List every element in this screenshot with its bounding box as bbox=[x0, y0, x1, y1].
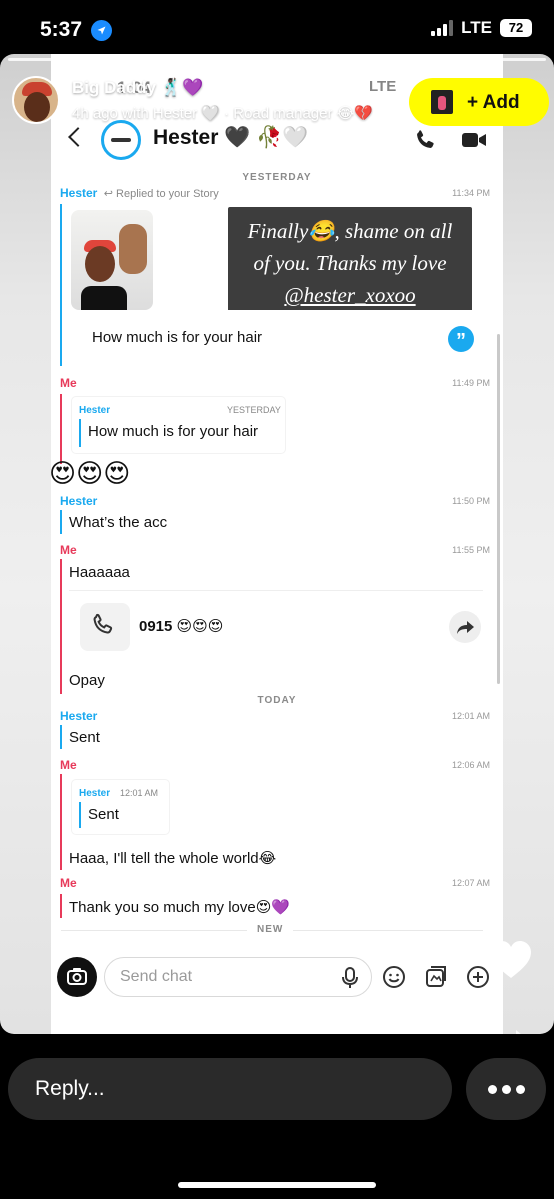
scrollbar bbox=[497, 334, 500, 684]
message-time: 12:07 AM bbox=[451, 878, 490, 888]
date-divider: YESTERDAY bbox=[242, 172, 312, 183]
chat-screenshot: 1:04 LTE Hester 🖤 🥀🤍 YESTERDAY Hester ↩ … bbox=[51, 54, 503, 1034]
new-divider-label: NEW bbox=[247, 924, 294, 935]
phone-icon bbox=[417, 130, 434, 148]
story-thumbnail-icon bbox=[431, 90, 453, 114]
video-icon bbox=[462, 133, 486, 147]
message-text: Haaaaaa bbox=[69, 564, 130, 581]
story-reply-message: How much is for your hair bbox=[83, 310, 483, 364]
quoted-message: Hester 12:01 AM Sent bbox=[72, 780, 169, 834]
heart-icon[interactable] bbox=[488, 938, 534, 982]
date-divider: TODAY bbox=[257, 695, 297, 706]
story-caption: Finally😂, shame on all of you. Thanks my… bbox=[228, 207, 472, 312]
message-text: Sent bbox=[69, 729, 100, 746]
chat-title: Hester 🖤 🥀🤍 bbox=[153, 126, 309, 149]
message-time: 11:55 PM bbox=[452, 545, 490, 555]
home-indicator[interactable] bbox=[178, 1182, 376, 1188]
message-time: 11:50 PM bbox=[452, 496, 490, 506]
microphone-icon bbox=[342, 967, 358, 988]
reaction-emoji: 😍😍😍 bbox=[51, 458, 131, 488]
message-time: 12:06 AM bbox=[451, 760, 490, 770]
call-card: 0915 😍😍😍 bbox=[69, 590, 483, 662]
message-time: 11:34 PM bbox=[452, 188, 490, 198]
status-time: 5:37 bbox=[40, 18, 83, 41]
reply-input[interactable]: Reply... bbox=[8, 1058, 452, 1120]
avatar bbox=[101, 120, 141, 160]
quote-icon: ” bbox=[448, 326, 474, 352]
phone-icon bbox=[80, 603, 130, 651]
message-sender: Hester bbox=[60, 709, 98, 723]
story-thumbnail bbox=[71, 210, 153, 310]
emoji-icon bbox=[383, 966, 405, 988]
battery-icon: 72 bbox=[500, 19, 532, 37]
story-meta: 4h ago with Hester 🤍 · Road manager 😂💔 bbox=[72, 105, 373, 122]
back-icon bbox=[68, 127, 88, 147]
call-number: 0915 😍😍😍 bbox=[139, 618, 224, 635]
screenshot-status-network: LTE bbox=[369, 78, 397, 95]
message-time: 12:01 AM bbox=[451, 711, 490, 721]
more-icon bbox=[488, 1085, 497, 1094]
signal-icon bbox=[431, 20, 454, 36]
message-text: Haaa, I'll tell the whole world😂 bbox=[69, 850, 277, 867]
message-text: What’s the acc bbox=[69, 514, 168, 531]
plus-icon bbox=[467, 966, 489, 988]
location-icon bbox=[91, 20, 112, 41]
sticker-icon bbox=[426, 966, 446, 987]
status-bar: 5:37 LTE 72 bbox=[0, 0, 554, 54]
send-chat-input bbox=[104, 957, 372, 997]
more-options-button[interactable] bbox=[466, 1058, 546, 1120]
network-type: LTE bbox=[461, 18, 492, 37]
message-sender: Me bbox=[60, 376, 77, 390]
message-sender: Me bbox=[60, 758, 77, 772]
message-sender: Hester ↩ Replied to your Story bbox=[60, 186, 219, 200]
message-time: 11:49 PM bbox=[452, 378, 490, 388]
add-button[interactable]: + Add bbox=[409, 78, 549, 126]
camera-icon bbox=[57, 957, 97, 997]
story-username[interactable]: Big Daddy 🕺🏿💜 bbox=[72, 78, 203, 98]
forward-icon bbox=[449, 611, 481, 643]
message-text: Thank you so much my love😍💜 bbox=[69, 899, 291, 916]
message-text: Opay bbox=[69, 672, 105, 689]
message-sender: Hester bbox=[60, 494, 98, 508]
message-sender: Me bbox=[60, 543, 77, 557]
chat-composer bbox=[51, 949, 503, 1009]
share-icon[interactable] bbox=[490, 1026, 536, 1034]
quoted-message: Hester YESTERDAY How much is for your ha… bbox=[72, 397, 285, 453]
message-sender: Me bbox=[60, 876, 77, 890]
story-view[interactable]: 1:04 LTE Hester 🖤 🥀🤍 YESTERDAY Hester ↩ … bbox=[0, 54, 554, 1034]
story-avatar[interactable] bbox=[12, 76, 60, 124]
